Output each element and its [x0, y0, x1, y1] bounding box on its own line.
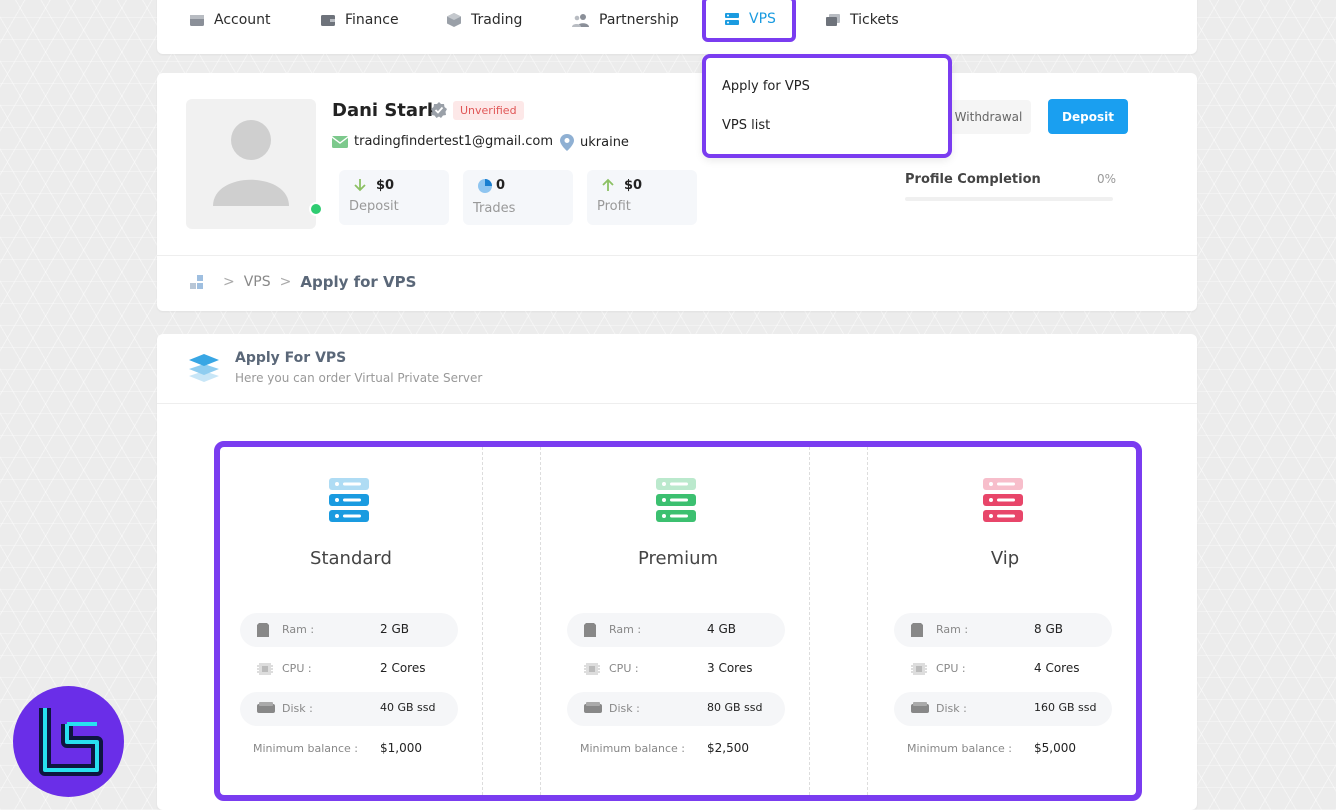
min-balance-label: Minimum balance :: [907, 742, 1012, 755]
min-balance-label: Minimum balance :: [253, 742, 358, 755]
section-divider: [157, 403, 1197, 404]
menu-item-apply-for-vps[interactable]: Apply for VPS: [722, 79, 810, 94]
stat-deposit: $0 Deposit: [339, 170, 449, 225]
plan-divider: [482, 447, 483, 795]
nav-item-tickets[interactable]: Tickets: [825, 0, 899, 40]
plan-name: Vip: [990, 548, 1020, 569]
layers-icon: [189, 354, 219, 382]
plan-standard[interactable]: Standard Ram : 2 GB CPU : 2 Cores Disk :…: [220, 447, 482, 795]
nav-item-account[interactable]: Account: [189, 0, 271, 40]
section-title: Apply For VPS: [235, 350, 347, 366]
chevron-right-icon: >: [279, 274, 292, 290]
hard-disk-icon: [584, 702, 602, 713]
nav-item-trading[interactable]: Trading: [446, 0, 522, 40]
spec-cpu: CPU : 2 Cores: [240, 652, 458, 686]
home-grid-icon[interactable]: [188, 274, 206, 290]
brand-logo: [13, 686, 124, 797]
spec-ram: Ram : 4 GB: [567, 613, 785, 647]
cpu-chip-icon: [257, 663, 273, 675]
profile-email: tradingfindertest1@gmail.com: [332, 134, 553, 149]
nav-item-partnership[interactable]: Partnership: [572, 0, 679, 40]
breadcrumb-item-vps[interactable]: VPS: [244, 274, 271, 290]
plan-divider: [867, 447, 868, 795]
top-nav: Account Finance Trading Partnership VPS …: [157, 0, 1197, 54]
vps-dropdown-menu: Apply for VPS VPS list: [702, 54, 952, 158]
spec-disk: Disk : 80 GB ssd: [567, 692, 785, 726]
plan-divider: [540, 447, 541, 795]
profile-card: Dani Stark Unverified tradingfindertest1…: [157, 73, 1197, 311]
server-icon: [656, 478, 696, 522]
profile-completion-bar: [905, 197, 1113, 201]
breadcrumb-item-current: Apply for VPS: [300, 273, 417, 291]
plan-vip[interactable]: Vip Ram : 8 GB CPU : 4 Cores Disk : 160 …: [874, 447, 1136, 795]
tradingfinder-logo-icon: [39, 708, 103, 776]
plan-name: Premium: [637, 548, 719, 569]
online-status-dot: [309, 202, 323, 216]
stat-profit: $0 Profit: [587, 170, 697, 225]
memory-card-icon: [911, 623, 923, 637]
withdrawal-button[interactable]: Withdrawal: [946, 100, 1031, 134]
menu-item-vps-list[interactable]: VPS list: [722, 118, 770, 133]
arrow-down-icon: [354, 179, 366, 192]
pie-chart-icon: [478, 179, 492, 193]
user-placeholder-icon: [213, 120, 289, 206]
profile-completion-label: Profile Completion: [905, 172, 1041, 187]
email-icon: [332, 135, 348, 148]
server-icon: [983, 478, 1023, 522]
apply-vps-card: Apply For VPS Here you can order Virtual…: [157, 334, 1197, 810]
section-subtitle: Here you can order Virtual Private Serve…: [235, 371, 483, 385]
hard-disk-icon: [911, 702, 929, 713]
cube-icon: [447, 13, 461, 27]
nav-item-vps[interactable]: VPS: [702, 0, 796, 42]
min-balance-value: $2,500: [707, 741, 749, 755]
wallet-icon: [321, 15, 335, 26]
min-balance-label: Minimum balance :: [580, 742, 685, 755]
profile-name: Dani Stark: [332, 100, 439, 121]
spec-cpu: CPU : 3 Cores: [567, 652, 785, 686]
spec-ram: Ram : 8 GB: [894, 613, 1112, 647]
min-balance-value: $5,000: [1034, 741, 1076, 755]
location-pin-icon: [560, 134, 574, 151]
status-badge: Unverified: [453, 101, 524, 120]
profile-country: ukraine: [560, 134, 629, 151]
deposit-button[interactable]: Deposit: [1048, 99, 1128, 134]
cpu-chip-icon: [911, 663, 927, 675]
memory-card-icon: [257, 623, 269, 637]
account-icon: [190, 15, 204, 26]
nav-item-finance[interactable]: Finance: [320, 0, 399, 40]
memory-card-icon: [584, 623, 596, 637]
users-icon: [572, 14, 589, 27]
hard-disk-icon: [257, 702, 275, 713]
spec-disk: Disk : 40 GB ssd: [240, 692, 458, 726]
arrow-up-icon: [602, 178, 614, 191]
spec-ram: Ram : 2 GB: [240, 613, 458, 647]
plan-divider: [809, 447, 810, 795]
ticket-icon: [826, 14, 840, 26]
verified-badge-icon: [431, 102, 447, 118]
cpu-chip-icon: [584, 663, 600, 675]
stat-trades: 0 Trades: [463, 170, 573, 225]
chevron-right-icon: >: [223, 274, 235, 290]
server-icon: [329, 478, 369, 522]
avatar[interactable]: [186, 99, 316, 229]
profile-divider: [157, 255, 1197, 256]
plan-premium[interactable]: Premium Ram : 4 GB CPU : 3 Cores Disk : …: [547, 447, 809, 795]
plan-name: Standard: [310, 548, 392, 569]
breadcrumb: > VPS > Apply for VPS: [188, 273, 416, 291]
spec-disk: Disk : 160 GB ssd: [894, 692, 1112, 726]
vps-plans-container: Standard Ram : 2 GB CPU : 2 Cores Disk :…: [214, 441, 1142, 801]
min-balance-value: $1,000: [380, 741, 422, 755]
spec-cpu: CPU : 4 Cores: [894, 652, 1112, 686]
profile-completion-value: 0%: [1097, 172, 1117, 186]
server-icon: [725, 13, 739, 25]
